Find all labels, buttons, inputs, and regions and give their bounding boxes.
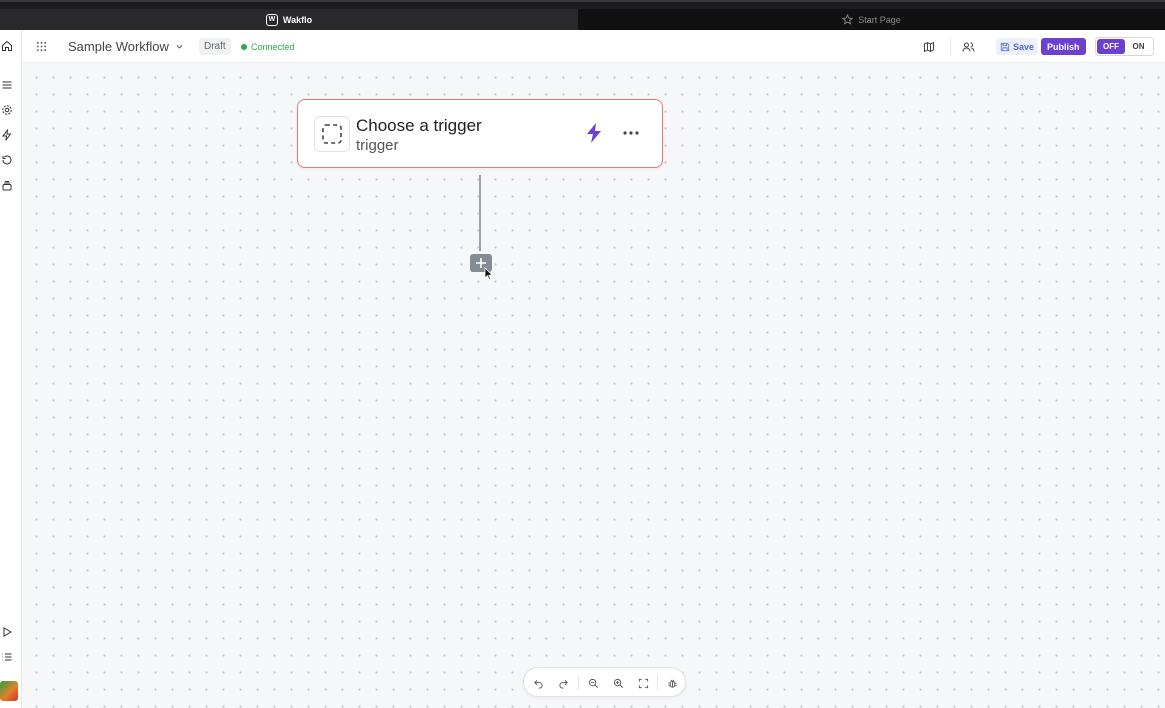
- collaborators-button[interactable]: [962, 30, 975, 63]
- tab-label: Start Page: [858, 14, 901, 25]
- controls-divider: [578, 676, 579, 690]
- bug-icon: [667, 679, 677, 688]
- menu-icon: [2, 81, 12, 89]
- sidebar-item-run[interactable]: [0, 625, 14, 639]
- status-badge: Draft: [199, 30, 231, 63]
- map-button[interactable]: [923, 30, 935, 63]
- home-icon: [2, 40, 12, 51]
- publish-button-label: Publish: [1047, 41, 1080, 52]
- publish-button[interactable]: Publish: [1041, 38, 1086, 55]
- undo-icon: [533, 679, 543, 689]
- sidebar-item-home[interactable]: [0, 39, 14, 53]
- gear-icon: [2, 105, 12, 115]
- history-icon: [2, 155, 12, 165]
- sidebar-item-menu[interactable]: [0, 78, 14, 92]
- toggle-on-option[interactable]: ON: [1125, 39, 1152, 54]
- layers-icon: [2, 181, 12, 191]
- star-icon: [842, 14, 854, 25]
- apps-grid-button[interactable]: [36, 30, 47, 63]
- connection-status: Connected: [241, 30, 295, 63]
- undo-button[interactable]: [530, 675, 546, 691]
- more-options-button[interactable]: [621, 127, 641, 139]
- sidebar-item-history[interactable]: [0, 153, 14, 167]
- tab-strip-top-line: [0, 0, 1165, 2]
- redo-icon: [558, 679, 568, 689]
- workflow-toolbar: Sample Workflow Draft Connected Save Pub…: [22, 30, 1165, 63]
- more-horizontal-icon: [623, 131, 639, 135]
- workflow-on-off-toggle[interactable]: OFF ON: [1095, 37, 1154, 56]
- avatar[interactable]: [0, 681, 18, 701]
- workflow-title: Sample Workflow: [68, 39, 169, 54]
- zoom-in-button[interactable]: [610, 675, 626, 691]
- workflow-canvas[interactable]: Choose a trigger trigger: [22, 63, 1165, 708]
- sidebar-item-triggers[interactable]: [0, 128, 14, 142]
- toolbar-divider: [950, 39, 951, 55]
- draft-badge-label: Draft: [199, 38, 231, 55]
- trigger-subtitle: trigger: [356, 137, 399, 154]
- node-connector-line: [479, 175, 481, 251]
- tab-label: Wakflo: [282, 14, 313, 25]
- tab-wakflo[interactable]: W Wakflo: [0, 9, 578, 30]
- zoom-out-icon: [588, 678, 598, 688]
- chevron-down-icon: [176, 45, 183, 49]
- bolt-icon: [587, 123, 601, 143]
- users-icon: [962, 42, 975, 52]
- zoom-in-icon: [613, 678, 623, 688]
- grid-icon: [36, 41, 47, 52]
- left-sidebar: [0, 30, 22, 708]
- workflow-title-dropdown[interactable]: Sample Workflow: [68, 30, 184, 63]
- map-icon: [924, 41, 934, 52]
- save-button[interactable]: Save: [996, 38, 1039, 55]
- wakflo-logo-icon: W: [265, 13, 278, 26]
- toggle-off-option[interactable]: OFF: [1097, 39, 1125, 54]
- zoom-out-button[interactable]: [585, 675, 601, 691]
- bolt-icon: [2, 129, 12, 141]
- canvas-controls: [523, 667, 686, 697]
- connected-dot-icon: [241, 43, 247, 50]
- trigger-placeholder-icon: [314, 116, 350, 152]
- browser-tab-strip: W Wakflo Start Page: [0, 0, 1165, 30]
- tab-start-page[interactable]: Start Page: [578, 9, 1165, 30]
- save-button-label: Save: [1013, 41, 1035, 52]
- trigger-title: Choose a trigger: [356, 116, 482, 135]
- fit-view-button[interactable]: [635, 675, 651, 691]
- debug-button[interactable]: [664, 675, 680, 691]
- floppy-disk-icon: [1000, 42, 1010, 51]
- mouse-cursor-icon: [484, 267, 493, 280]
- connection-status-label: Connected: [251, 41, 295, 52]
- controls-divider: [657, 676, 658, 690]
- fit-view-icon: [638, 678, 648, 688]
- sidebar-item-logs[interactable]: [0, 650, 14, 664]
- sidebar-item-layers[interactable]: [0, 179, 14, 193]
- list-icon: [2, 653, 12, 661]
- play-icon: [3, 627, 13, 637]
- trigger-node-card[interactable]: Choose a trigger trigger: [297, 99, 663, 168]
- redo-button[interactable]: [555, 675, 571, 691]
- sidebar-item-settings[interactable]: [0, 103, 14, 117]
